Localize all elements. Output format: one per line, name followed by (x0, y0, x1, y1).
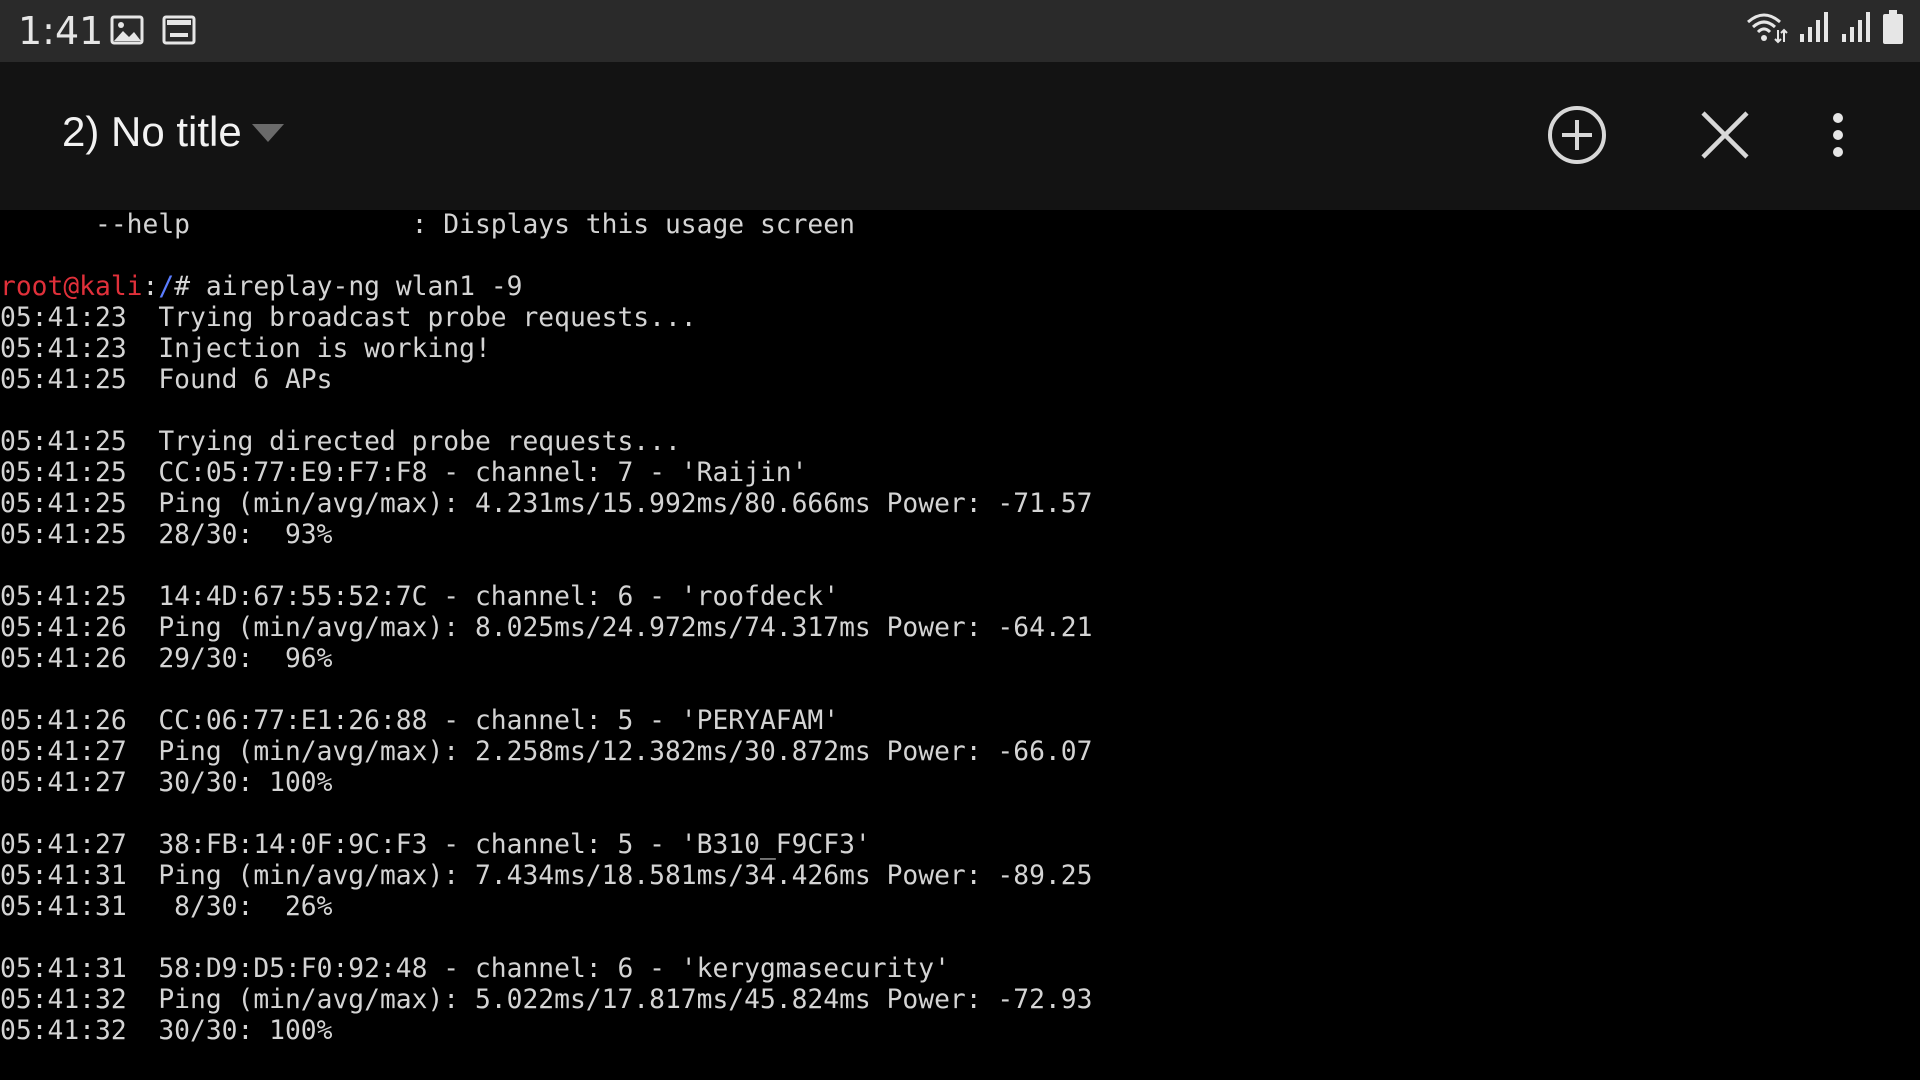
terminal-prompt-line: root@kali:/# aireplay-ng wlan1 -9 (0, 272, 1920, 303)
terminal-line: 05:41:23 Injection is working! (0, 334, 491, 364)
terminal-line: 05:41:31 8/30: 26% (0, 892, 333, 922)
terminal-line: 05:41:25 Found 6 APs (0, 365, 333, 395)
terminal-line: 05:41:25 14:4D:67:55:52:7C - channel: 6 … (0, 582, 840, 612)
prompt-separator: : (142, 272, 159, 302)
add-session-icon (1546, 104, 1608, 171)
wifi-icon (1744, 10, 1788, 48)
signal-2-icon (1840, 10, 1872, 48)
terminal-output[interactable]: --help : Displays this usage screen root@… (0, 210, 1920, 1080)
battery-icon (1882, 10, 1904, 48)
chevron-down-icon (250, 120, 286, 149)
status-time: 1:41 (18, 9, 104, 53)
terminal-line: 05:41:26 Ping (min/avg/max): 8.025ms/24.… (0, 613, 1093, 643)
terminal-line: 05:41:32 30/30: 100% (0, 1016, 333, 1046)
terminal-line: 05:41:32 Ping (min/avg/max): 5.022ms/17.… (0, 985, 1093, 1015)
terminal-line: --help : Displays this usage screen (0, 210, 855, 240)
terminal-line: 05:41:23 Trying broadcast probe requests… (0, 303, 697, 333)
terminal-line: 05:41:27 30/30: 100% (0, 768, 333, 798)
prompt-path: / (158, 272, 175, 302)
status-bar: 1:41 (0, 0, 1920, 62)
app-bar: 2) No title (0, 62, 1920, 210)
close-icon (1697, 107, 1753, 168)
more-options-button[interactable] (1803, 102, 1873, 172)
terminal-line: 05:41:25 28/30: 93% (0, 520, 333, 550)
terminal-line: 05:41:25 CC:05:77:E9:F7:F8 - channel: 7 … (0, 458, 808, 488)
session-title-dropdown[interactable]: 2) No title (62, 106, 286, 158)
terminal-line: 05:41:31 58:D9:D5:F0:92:48 - channel: 6 … (0, 954, 950, 984)
terminal-line: 05:41:25 Trying directed probe requests.… (0, 427, 681, 457)
prompt-symbol: # (174, 272, 206, 302)
phone-screen: 1:41 2) No title --help: Displays this … (0, 0, 1920, 1080)
terminal-line: 05:41:26 CC:06:77:E1:26:88 - channel: 5 … (0, 706, 840, 736)
terminal-line: 05:41:31 Ping (min/avg/max): 7.434ms/18.… (0, 861, 1093, 891)
close-session-button[interactable] (1690, 102, 1760, 172)
gallery-icon (110, 15, 144, 49)
status-system-icons (1744, 10, 1904, 48)
terminal-line: 05:41:27 38:FB:14:0F:9C:F3 - channel: 5 … (0, 830, 871, 860)
signal-1-icon (1798, 10, 1830, 48)
add-session-button[interactable] (1542, 102, 1612, 172)
terminal-line: 05:41:26 29/30: 96% (0, 644, 333, 674)
terminal-notification-icon (162, 15, 196, 49)
prompt-command: aireplay-ng wlan1 -9 (205, 272, 523, 302)
more-vertical-icon (1830, 110, 1846, 165)
status-notification-icons (110, 15, 196, 49)
prompt-user-host: root@kali (0, 272, 143, 302)
session-title: 2) No title (62, 108, 242, 155)
terminal-line: 05:41:27 Ping (min/avg/max): 2.258ms/12.… (0, 737, 1093, 767)
terminal-line: 05:41:25 Ping (min/avg/max): 4.231ms/15.… (0, 489, 1093, 519)
